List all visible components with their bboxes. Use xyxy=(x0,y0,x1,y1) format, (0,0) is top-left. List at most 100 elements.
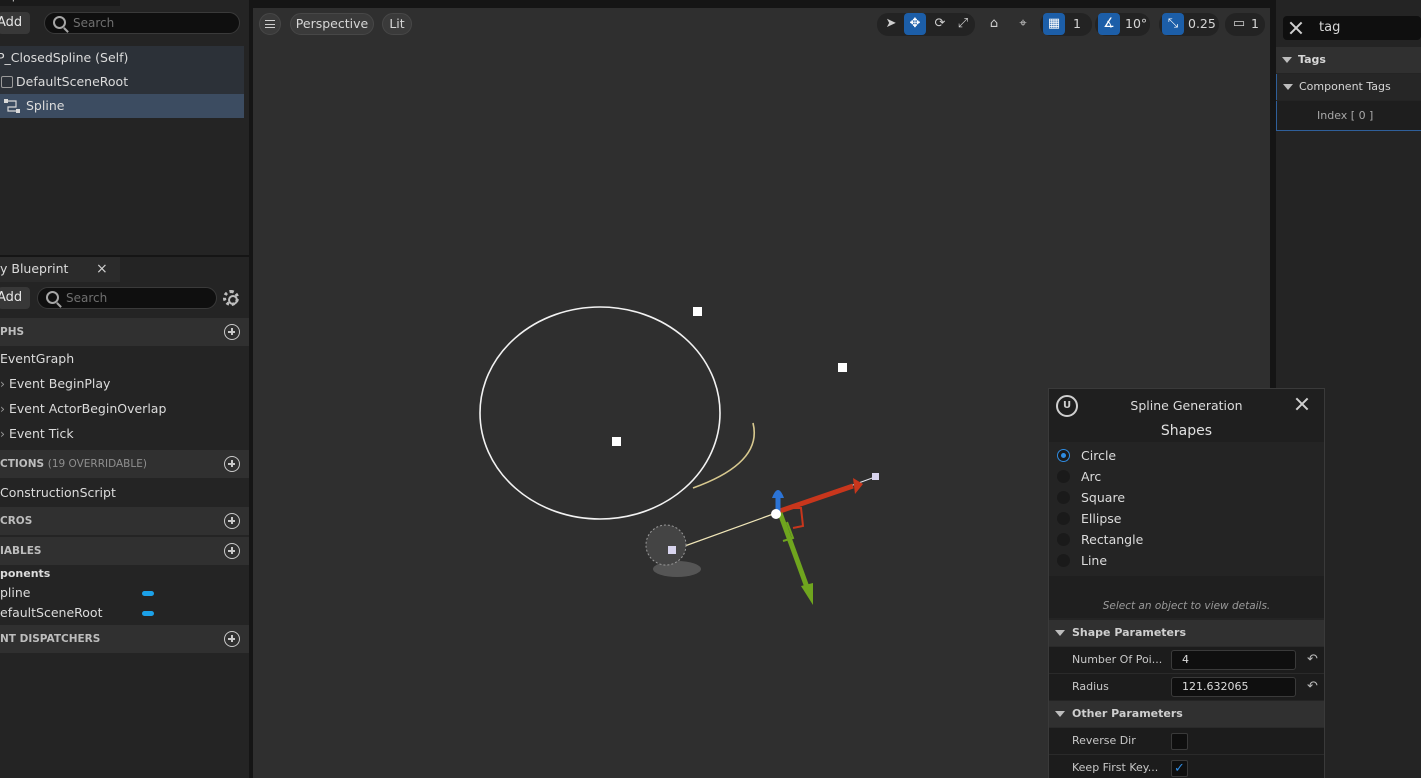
shape-parameters-category[interactable]: Shape Parameters xyxy=(1049,620,1324,646)
my-blueprint-tab[interactable]: y Blueprint × xyxy=(0,257,120,282)
other-parameters-category[interactable]: Other Parameters xyxy=(1049,701,1324,727)
number-of-points-input[interactable]: 4 xyxy=(1171,650,1296,670)
variable-item[interactable]: pline xyxy=(0,583,240,603)
search-icon xyxy=(53,16,66,29)
grid-snap-icon[interactable]: ▦ xyxy=(1043,13,1065,35)
add-graph-icon[interactable] xyxy=(224,324,240,340)
close-window-icon[interactable] xyxy=(1295,397,1309,411)
tree-item-default-scene-root[interactable]: DefaultSceneRoot xyxy=(0,70,244,94)
lit-button[interactable]: Lit xyxy=(382,13,412,35)
actor-sphere xyxy=(645,524,687,566)
variable-type-pill xyxy=(142,591,154,596)
clear-search-icon[interactable] xyxy=(1289,21,1303,35)
section-event-dispatchers[interactable]: NT DISPATCHERS xyxy=(0,625,249,653)
component-tags-row[interactable]: Component Tags xyxy=(1276,74,1421,100)
details-hint: Select an object to view details. xyxy=(1049,576,1324,618)
select-tool-icon[interactable]: ➤ xyxy=(880,13,902,35)
radio-icon xyxy=(1057,554,1070,567)
scale-tool-icon[interactable]: ⤢ xyxy=(952,13,974,35)
close-tab-icon[interactable]: × xyxy=(96,257,108,281)
add-macro-icon[interactable] xyxy=(224,513,240,529)
add-component-button[interactable]: Add xyxy=(0,12,30,34)
reverse-dir-row: Reverse Dir xyxy=(1049,727,1324,754)
radio-icon xyxy=(1057,491,1070,504)
expand-arrow-icon xyxy=(1283,84,1293,90)
function-item[interactable]: ConstructionScript xyxy=(0,482,240,504)
collapse-arrow-icon xyxy=(1055,711,1065,717)
variable-item[interactable]: efaultSceneRoot xyxy=(0,603,240,623)
shapes-header: Shapes xyxy=(1049,422,1324,442)
grid-size-value[interactable]: 1 xyxy=(1073,13,1081,35)
translate-tool-icon[interactable]: ✥ xyxy=(904,13,926,35)
search-icon xyxy=(46,291,59,304)
section-graphs[interactable]: PHS xyxy=(0,318,249,346)
spline-curve xyxy=(479,306,721,520)
details-search-input[interactable]: tag xyxy=(1283,16,1421,40)
graph-item[interactable]: EventGraph xyxy=(0,348,240,370)
keep-first-key-row: Keep First Key... ✓ xyxy=(1049,754,1324,778)
shape-option-arc[interactable]: Arc xyxy=(1049,466,1324,487)
world-local-icon[interactable]: ⌂ xyxy=(983,13,1005,35)
tangent-handle xyxy=(872,473,879,480)
shape-option-circle[interactable]: Circle xyxy=(1049,445,1324,466)
add-dispatcher-icon[interactable] xyxy=(224,631,240,647)
reverse-dir-checkbox[interactable] xyxy=(1171,733,1188,750)
unreal-logo-icon: U xyxy=(1056,395,1078,417)
viewport-menu-button[interactable] xyxy=(259,13,281,35)
add-variable-icon[interactable] xyxy=(224,543,240,559)
tags-category[interactable]: Tags xyxy=(1276,47,1421,73)
keep-first-key-checkbox[interactable]: ✓ xyxy=(1171,760,1188,777)
scale-snap-value[interactable]: 0.25 xyxy=(1188,13,1216,35)
shape-option-line[interactable]: Line xyxy=(1049,550,1324,571)
spline-highlight xyxy=(692,422,755,489)
number-of-points-row: Number Of Poi... 4 ↶ xyxy=(1049,646,1324,673)
rotation-snap-value[interactable]: 10° xyxy=(1125,13,1147,35)
graph-item[interactable]: › Event Tick xyxy=(0,423,240,445)
variable-type-pill xyxy=(142,611,154,616)
radius-row: Radius 121.632065 ↶ xyxy=(1049,673,1324,700)
camera-speed-value[interactable]: 1 xyxy=(1251,13,1259,35)
shape-option-rectangle[interactable]: Rectangle xyxy=(1049,529,1324,550)
gear-icon[interactable] xyxy=(223,290,239,306)
document-tab-bar xyxy=(253,0,1270,8)
camera-icon[interactable]: ▭ xyxy=(1228,13,1250,35)
checkmark-icon: ✓ xyxy=(1174,761,1185,776)
gizmo-center xyxy=(771,509,781,519)
graph-item[interactable]: › Event BeginPlay xyxy=(0,373,240,395)
surface-snap-icon[interactable]: ⌖ xyxy=(1012,13,1034,35)
radio-icon xyxy=(1057,533,1070,546)
spline-generation-window: U Spline Generation Shapes Circle Arc Sq… xyxy=(1048,388,1325,778)
window-titlebar[interactable]: U Spline Generation xyxy=(1049,389,1324,422)
components-search-input[interactable]: Search xyxy=(44,12,240,34)
scale-snap-icon[interactable]: ⤡ xyxy=(1162,13,1184,35)
shape-option-ellipse[interactable]: Ellipse xyxy=(1049,508,1324,529)
rotation-snap-icon[interactable]: ∡ xyxy=(1098,13,1120,35)
graph-item[interactable]: › Event ActorBeginOverlap xyxy=(0,398,240,420)
section-variables[interactable]: IABLES xyxy=(0,537,249,565)
add-function-icon[interactable] xyxy=(224,456,240,472)
reset-arrow-icon[interactable]: ↶ xyxy=(1307,674,1318,700)
add-member-button[interactable]: Add xyxy=(0,287,30,309)
reset-arrow-icon[interactable]: ↶ xyxy=(1307,647,1318,673)
variables-group-components[interactable]: ponents xyxy=(0,564,240,584)
blueprint-search-input[interactable]: Search xyxy=(37,287,217,309)
components-tab[interactable]: mponents xyxy=(0,0,120,6)
tag-index-row[interactable]: Index [ 0 ] xyxy=(1276,101,1421,131)
tree-item-self[interactable]: P_ClosedSpline (Self) xyxy=(0,46,244,70)
scene-root-icon xyxy=(1,76,13,88)
collapse-arrow-icon xyxy=(1282,57,1292,63)
tangent-handle xyxy=(668,546,676,554)
editor-window: { "components": { "tab_label": "mponents… xyxy=(0,0,1421,778)
section-macros[interactable]: CROS xyxy=(0,507,249,535)
section-functions[interactable]: CTIONS (19 OVERRIDABLE) xyxy=(0,450,249,478)
shape-option-square[interactable]: Square xyxy=(1049,487,1324,508)
my-blueprint-panel: y Blueprint × Add Search PHS EventGraph … xyxy=(0,257,249,778)
components-panel: mponents Add Search P_ClosedSpline (Self… xyxy=(0,0,249,255)
collapse-arrow-icon xyxy=(1055,630,1065,636)
radius-input[interactable]: 121.632065 xyxy=(1171,677,1296,697)
radio-selected-icon xyxy=(1057,449,1070,462)
tree-item-spline[interactable]: Spline xyxy=(0,94,244,118)
spline-point xyxy=(612,437,621,446)
perspective-button[interactable]: Perspective xyxy=(290,13,374,35)
rotate-tool-icon[interactable]: ⟳ xyxy=(929,13,951,35)
